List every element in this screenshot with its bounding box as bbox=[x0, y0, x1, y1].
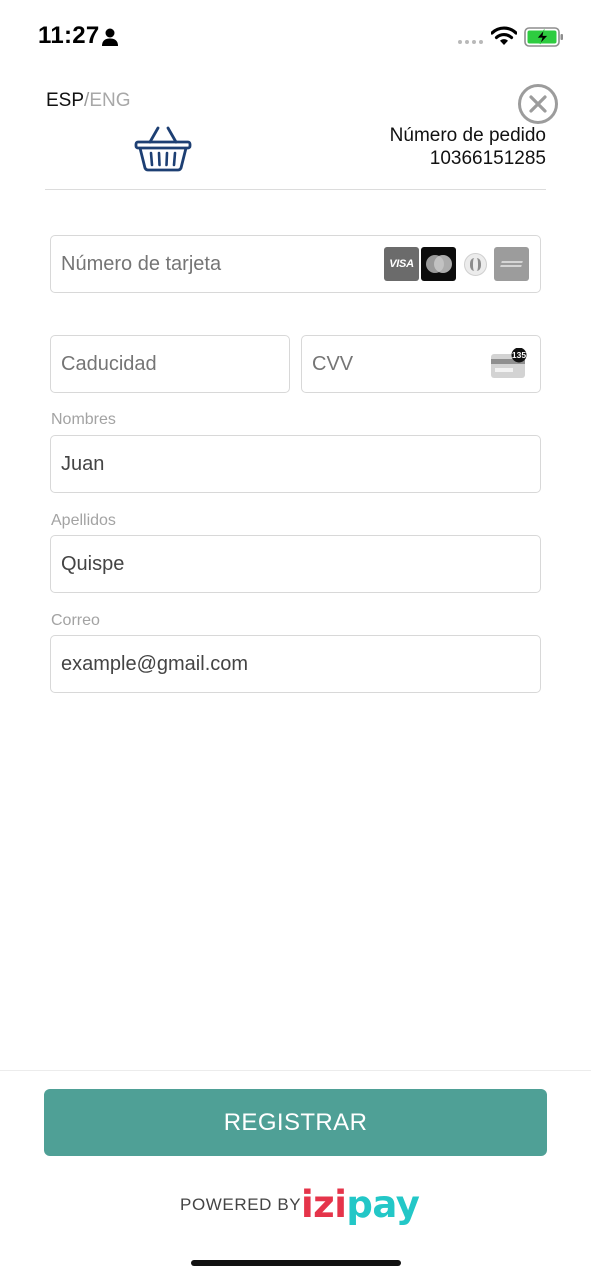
lang-eng-option[interactable]: ENG bbox=[89, 90, 130, 111]
card-brand-logos: VISA bbox=[384, 247, 529, 281]
powered-by-text: POWERED BY bbox=[180, 1195, 302, 1214]
order-info: Número de pedido 10366151285 bbox=[390, 124, 546, 170]
language-switch: ESP/ENG bbox=[46, 90, 131, 112]
cvv-card-icon: 135 bbox=[491, 348, 527, 378]
email-label: Correo bbox=[51, 612, 100, 629]
home-indicator[interactable] bbox=[191, 1260, 401, 1266]
izipay-logo: izipay bbox=[301, 1183, 420, 1226]
lang-esp-option[interactable]: ESP bbox=[46, 90, 84, 111]
wifi-icon bbox=[491, 26, 517, 45]
card-number-field[interactable]: VISA bbox=[50, 235, 541, 293]
last-name-input[interactable] bbox=[61, 536, 531, 592]
visa-logo: VISA bbox=[384, 247, 419, 281]
cvv-input[interactable] bbox=[312, 336, 482, 392]
battery-charging-icon bbox=[524, 27, 563, 47]
status-bar: 11:27 bbox=[0, 0, 591, 76]
amex-icon bbox=[494, 247, 529, 281]
header-divider bbox=[45, 189, 546, 190]
close-button[interactable] bbox=[517, 83, 559, 125]
cvv-badge-text: 135 bbox=[512, 350, 526, 360]
email-input[interactable] bbox=[61, 636, 531, 692]
email-field[interactable] bbox=[50, 635, 541, 693]
mastercard-icon bbox=[421, 247, 456, 281]
first-name-label: Nombres bbox=[51, 411, 116, 428]
brand-pay: pay bbox=[346, 1183, 420, 1226]
order-number: 10366151285 bbox=[429, 148, 546, 169]
card-number-input[interactable] bbox=[61, 236, 381, 292]
status-time: 11:27 bbox=[38, 22, 100, 49]
first-name-field[interactable] bbox=[50, 435, 541, 493]
last-name-field[interactable] bbox=[50, 535, 541, 593]
cvv-field[interactable]: 135 bbox=[301, 335, 541, 393]
order-label: Número de pedido bbox=[389, 125, 546, 146]
expiry-field[interactable] bbox=[50, 335, 290, 393]
basket-icon bbox=[134, 126, 192, 172]
diners-icon bbox=[458, 247, 493, 281]
last-name-label: Apellidos bbox=[51, 512, 116, 529]
first-name-input[interactable] bbox=[61, 436, 531, 492]
footer-divider bbox=[0, 1070, 591, 1071]
powered-by-footer: POWERED BY izipay bbox=[0, 1183, 591, 1227]
signal-dots-icon bbox=[458, 40, 484, 44]
person-icon bbox=[102, 28, 118, 46]
register-button[interactable]: REGISTRAR bbox=[44, 1089, 547, 1156]
brand-izi: izi bbox=[301, 1183, 347, 1226]
expiry-input[interactable] bbox=[61, 336, 276, 392]
